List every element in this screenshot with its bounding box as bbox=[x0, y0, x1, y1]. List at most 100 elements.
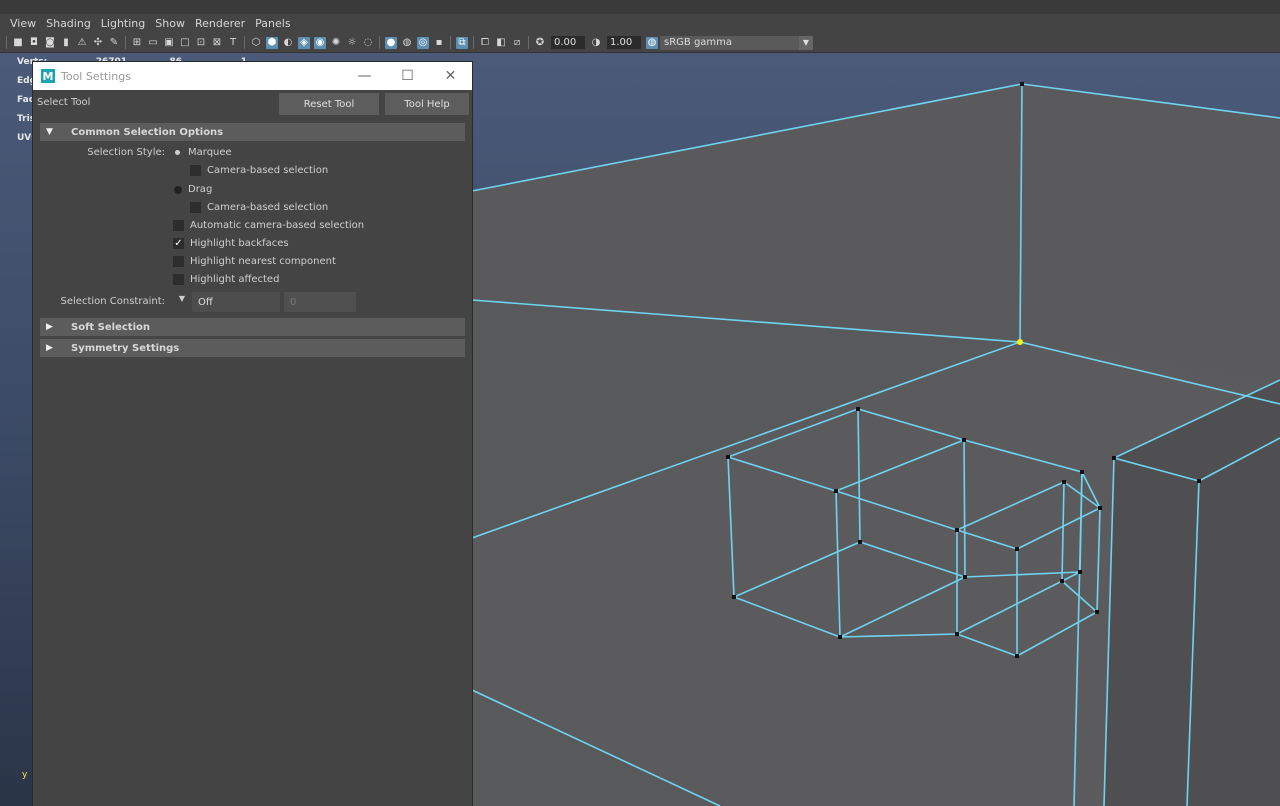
toolbar-separator bbox=[125, 36, 126, 49]
wireframe-on-shaded-icon[interactable]: ◈ bbox=[298, 36, 310, 49]
minimize-icon[interactable]: — bbox=[343, 62, 386, 90]
selected-vertex bbox=[1017, 339, 1023, 345]
menu-renderer[interactable]: Renderer bbox=[190, 17, 250, 30]
selection-constraint-label: Selection Constraint: bbox=[60, 296, 165, 307]
screen-space-ao-icon[interactable]: ● bbox=[385, 36, 397, 49]
frame-title: Symmetry Settings bbox=[71, 342, 180, 354]
highlight-backfaces-checkbox[interactable]: ✓ Highlight backfaces bbox=[173, 238, 289, 249]
frame-common-selection[interactable]: ▼ Common Selection Options bbox=[40, 123, 465, 141]
menu-panels[interactable]: Panels bbox=[250, 17, 295, 30]
camera-attributes-icon[interactable]: ◘ bbox=[28, 37, 40, 49]
multisample-aa-icon[interactable]: ◎ bbox=[417, 36, 429, 49]
grid-icon[interactable]: ⊞ bbox=[131, 37, 143, 49]
2d-pan-zoom-icon[interactable]: ✣ bbox=[92, 37, 104, 49]
checkbox[interactable] bbox=[173, 256, 184, 267]
radio-label: Drag bbox=[188, 184, 213, 195]
marquee-radio[interactable]: Marquee bbox=[172, 147, 232, 158]
camera-icon[interactable]: ■ bbox=[12, 37, 24, 49]
grease-pencil-icon[interactable]: ✎ bbox=[108, 37, 120, 49]
checkbox-label: Camera-based selection bbox=[207, 165, 329, 176]
expand-down-icon: ▼ bbox=[46, 127, 53, 137]
depth-of-field-icon[interactable]: ▪ bbox=[433, 37, 445, 49]
drag-radio[interactable]: Drag bbox=[172, 184, 212, 195]
gamma-icon[interactable]: ◑ bbox=[590, 37, 602, 49]
highlight-nearest-checkbox[interactable]: Highlight nearest component bbox=[173, 256, 336, 267]
use-all-lights-icon[interactable]: ✺ bbox=[330, 37, 342, 49]
xray-joints-icon[interactable]: ⧠ bbox=[479, 37, 491, 49]
tool-settings-window: M Tool Settings — ☐ ✕ Select Tool Reset … bbox=[33, 62, 472, 806]
gamma-field[interactable]: 1.00 bbox=[607, 36, 641, 49]
film-gate-icon[interactable]: ▭ bbox=[147, 37, 159, 49]
checkbox[interactable] bbox=[190, 202, 201, 213]
constraint-number-field: 0 bbox=[284, 292, 356, 312]
viewport-menu-bar: View Shading Lighting Show Renderer Pane… bbox=[0, 14, 1280, 33]
frame-symmetry-settings[interactable]: ▶ Symmetry Settings bbox=[40, 339, 465, 357]
radio-button[interactable] bbox=[172, 147, 183, 158]
expand-right-icon: ▶ bbox=[46, 343, 53, 353]
frame-title: Soft Selection bbox=[71, 321, 151, 333]
resolution-gate-icon[interactable]: ▣ bbox=[163, 37, 175, 49]
tool-name: Select Tool bbox=[37, 97, 91, 108]
checkbox[interactable] bbox=[173, 220, 184, 231]
view-axis-indicator: y bbox=[22, 770, 28, 780]
bookmark-camera-icon[interactable]: ◙ bbox=[44, 37, 56, 49]
color-space-dropdown[interactable]: sRGB gamma ▼ bbox=[660, 35, 813, 50]
toolbar-separator bbox=[473, 36, 474, 49]
panel-toolbar: ■ ◘ ◙ ▮ ⚠ ✣ ✎ ⊞ ▭ ▣ □ ⊡ ⊠ T ⬡ ⬢ ◐ ◈ ◉ ✺ … bbox=[0, 33, 1280, 53]
xray-components-icon[interactable]: ◧ bbox=[495, 37, 507, 49]
color-management-icon[interactable]: ◍ bbox=[646, 36, 658, 49]
checkbox-label: Highlight nearest component bbox=[190, 256, 336, 267]
toolbar-handle bbox=[6, 36, 7, 49]
checkbox[interactable] bbox=[173, 274, 184, 285]
close-icon[interactable]: ✕ bbox=[429, 62, 472, 90]
camera-based-checkbox-2[interactable]: Camera-based selection bbox=[190, 202, 328, 213]
menu-view[interactable]: View bbox=[5, 17, 41, 30]
shadows-icon[interactable]: ☼ bbox=[346, 37, 358, 49]
radio-label: Marquee bbox=[188, 147, 232, 158]
highlight-affected-checkbox[interactable]: Highlight affected bbox=[173, 274, 279, 285]
image-plane-icon[interactable]: ⚠ bbox=[76, 37, 88, 49]
checkbox-label: Camera-based selection bbox=[207, 202, 329, 213]
constraint-dropdown[interactable]: Off bbox=[192, 292, 280, 312]
checkbox-label: Highlight affected bbox=[190, 274, 280, 285]
radio-button[interactable] bbox=[172, 184, 183, 195]
toolbar-separator bbox=[379, 36, 380, 49]
constraint-dropdown-arrow-icon[interactable]: ▼ bbox=[175, 294, 185, 303]
frame-title: Common Selection Options bbox=[71, 126, 224, 138]
wireframe-icon[interactable]: ⬡ bbox=[250, 37, 262, 49]
field-chart-icon[interactable]: ⊡ bbox=[195, 37, 207, 49]
frame-soft-selection[interactable]: ▶ Soft Selection bbox=[40, 318, 465, 336]
window-controls: — ☐ ✕ bbox=[343, 62, 472, 90]
title-strip bbox=[0, 0, 1280, 15]
selection-style-label: Selection Style: bbox=[87, 147, 165, 158]
textured-icon[interactable]: ◉ bbox=[314, 36, 326, 49]
gate-mask-icon[interactable]: □ bbox=[179, 37, 191, 49]
auto-camera-checkbox[interactable]: Automatic camera-based selection bbox=[173, 220, 364, 231]
reset-tool-button[interactable]: Reset Tool bbox=[279, 93, 379, 115]
checkmark-icon[interactable]: ✓ bbox=[173, 238, 184, 249]
default-material-icon[interactable]: ◐ bbox=[282, 37, 294, 49]
window-title: Tool Settings bbox=[61, 69, 131, 83]
camera-based-checkbox-1[interactable]: Camera-based selection bbox=[190, 165, 328, 176]
smooth-shade-icon[interactable]: ⬢ bbox=[266, 36, 278, 49]
window-title-bar[interactable]: M Tool Settings — ☐ ✕ bbox=[33, 62, 472, 90]
menu-show[interactable]: Show bbox=[150, 17, 190, 30]
bookmark-icon[interactable]: ▮ bbox=[60, 37, 72, 49]
menu-shading[interactable]: Shading bbox=[41, 17, 96, 30]
xray-icon[interactable]: ◌ bbox=[362, 37, 374, 49]
color-space-value: sRGB gamma bbox=[664, 37, 733, 48]
menu-lighting[interactable]: Lighting bbox=[96, 17, 150, 30]
maya-logo-icon: M bbox=[41, 69, 55, 83]
safe-action-icon[interactable]: ⊠ bbox=[211, 37, 223, 49]
backface-culling-icon[interactable]: ⧄ bbox=[511, 37, 523, 49]
safe-title-icon[interactable]: T bbox=[227, 37, 239, 49]
exposure-field[interactable]: 0.00 bbox=[551, 36, 585, 49]
exposure-icon[interactable]: ✪ bbox=[534, 37, 546, 49]
isolate-select-icon[interactable]: ⧉ bbox=[456, 36, 468, 49]
tool-help-button[interactable]: Tool Help bbox=[385, 93, 469, 115]
checkbox[interactable] bbox=[190, 165, 201, 176]
expand-right-icon: ▶ bbox=[46, 322, 53, 332]
motion-blur-icon[interactable]: ◍ bbox=[401, 37, 413, 49]
maximize-icon[interactable]: ☐ bbox=[386, 62, 429, 90]
toolbar-separator bbox=[244, 36, 245, 49]
